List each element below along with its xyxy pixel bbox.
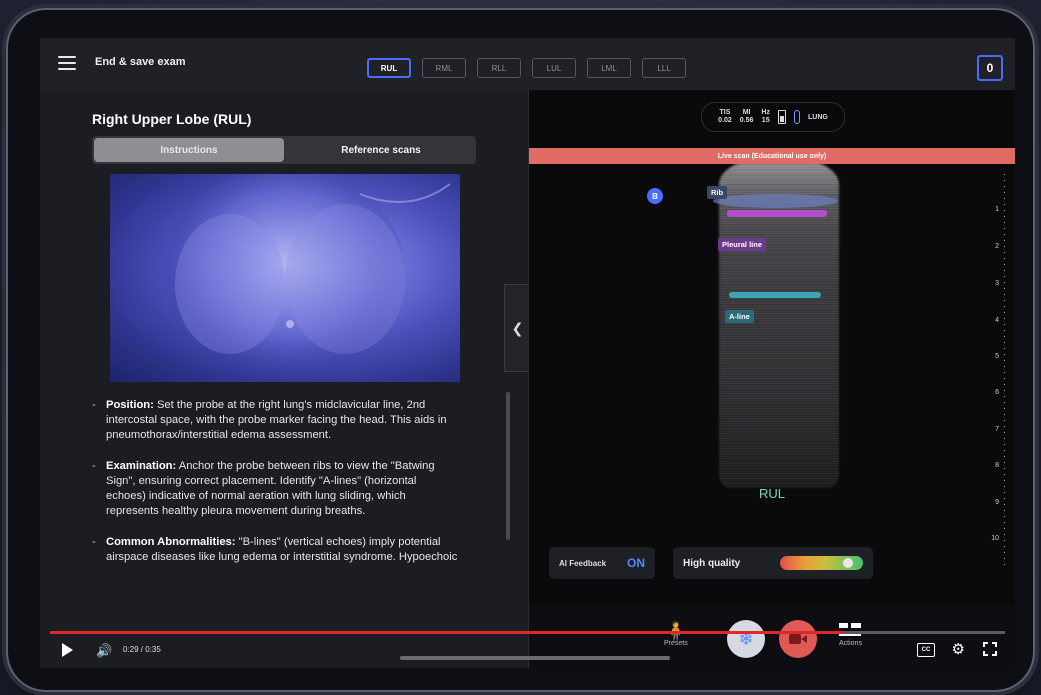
saved-count-badge[interactable]: 0 xyxy=(977,55,1003,81)
ultrasound-image: B Rib Pleural line A-line RUL 1 2 3 4 5 … xyxy=(529,164,1015,594)
page-title: Right Upper Lobe (RUL) xyxy=(92,111,252,127)
tab-lml[interactable]: LML xyxy=(587,58,631,78)
quality-knob xyxy=(842,558,853,568)
instruction-heading: Position: xyxy=(106,399,154,411)
home-indicator xyxy=(400,656,670,660)
tab-rul[interactable]: RUL xyxy=(367,58,411,78)
volume-icon[interactable]: 🔊 xyxy=(96,643,112,659)
preset-mode-label: LUNG xyxy=(807,113,828,121)
tab-rll[interactable]: RLL xyxy=(477,58,521,78)
gear-icon[interactable]: ⚙ xyxy=(952,640,965,658)
quality-indicator: High quality xyxy=(673,547,873,579)
a-line-label: A-line xyxy=(725,310,754,323)
quality-meter xyxy=(779,556,863,570)
region-label: RUL xyxy=(759,486,786,501)
rib-overlay xyxy=(713,194,838,208)
thermometer-icon xyxy=(793,110,800,124)
lobe-tabs: RUL RML RLL LUL LML LLL xyxy=(367,58,686,78)
ai-feedback-toggle[interactable]: AI Feedback ON xyxy=(549,547,655,579)
instruction-item: Common Abnormalities: "B-lines" (vertica… xyxy=(88,535,458,565)
instruction-item: Examination: Anchor the probe between ri… xyxy=(88,459,458,519)
instruction-heading: Examination: xyxy=(106,460,177,472)
rib-label: Rib xyxy=(707,186,728,199)
segmented-control: Instructions Reference scans xyxy=(92,136,476,164)
pleural-line-overlay xyxy=(727,210,827,217)
scan-parameters: TIS 0.02 MI 0.56 Hz 15 LUNG xyxy=(701,102,845,132)
mi-readout: MI 0.56 xyxy=(739,109,754,124)
hz-readout: Hz 15 xyxy=(761,109,770,124)
fullscreen-icon[interactable] xyxy=(983,642,997,656)
video-time: 0:29 / 0:35 xyxy=(123,645,161,654)
tab-instructions[interactable]: Instructions xyxy=(94,138,284,162)
scan-panel: TIS 0.02 MI 0.56 Hz 15 LUNG Live scan (Educ… xyxy=(529,90,1015,668)
tab-lll[interactable]: LLL xyxy=(642,58,686,78)
top-bar: End & save exam RUL RML RLL LUL LML LLL … xyxy=(40,38,1015,90)
tis-readout: TIS 0.02 xyxy=(718,109,732,124)
end-save-exam-button[interactable]: End & save exam xyxy=(95,56,186,68)
instructions-text: Position: Set the probe at the right lun… xyxy=(88,398,458,581)
depth-ruler: 1 2 3 4 5 6 7 8 9 10 xyxy=(985,174,1007,569)
instruction-body: Set the probe at the right lung's midcla… xyxy=(106,399,447,441)
pleural-line-label: Pleural line xyxy=(718,238,767,251)
live-scan-banner: Live scan (Educational use only) xyxy=(529,148,1015,164)
battery-icon xyxy=(777,110,786,124)
instruction-heading: Common Abnormalities: xyxy=(106,536,236,548)
b-mode-badge[interactable]: B xyxy=(647,188,663,204)
ai-feedback-label: AI Feedback xyxy=(559,558,607,568)
anatomy-illustration xyxy=(110,174,460,382)
quality-label: High quality xyxy=(683,557,741,569)
a-line-overlay xyxy=(729,292,821,298)
tablet-frame: End & save exam RUL RML RLL LUL LML LLL … xyxy=(8,10,1033,690)
scrollbar[interactable] xyxy=(506,392,510,540)
app-screen: End & save exam RUL RML RLL LUL LML LLL … xyxy=(40,38,1015,668)
tab-reference-scans[interactable]: Reference scans xyxy=(286,136,476,164)
tab-lul[interactable]: LUL xyxy=(532,58,576,78)
play-icon[interactable] xyxy=(62,643,73,657)
ai-feedback-value: ON xyxy=(627,556,645,570)
closed-captions-icon[interactable]: CC xyxy=(917,643,935,657)
instruction-item: Position: Set the probe at the right lun… xyxy=(88,398,458,443)
instructions-panel: Right Upper Lobe (RUL) Instructions Refe… xyxy=(40,90,528,630)
video-player-controls: 🔊 0:29 / 0:35 CC ⚙ xyxy=(40,634,1015,668)
hamburger-menu-icon[interactable] xyxy=(58,56,76,70)
collapse-panel-chevron-left-icon[interactable]: ❮ xyxy=(504,284,530,372)
tab-rml[interactable]: RML xyxy=(422,58,466,78)
